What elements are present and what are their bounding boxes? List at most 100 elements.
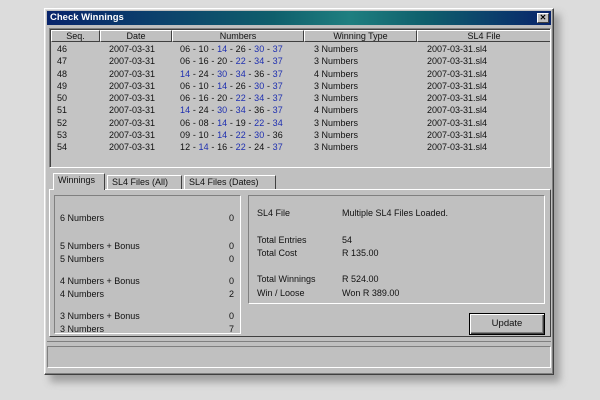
cell-sl4-file: 2007-03-31.sl4: [427, 56, 488, 67]
summary-label: Total Entries: [257, 235, 307, 245]
unmatched-number: 26: [235, 80, 246, 91]
matched-number: 14: [217, 80, 228, 91]
unmatched-number: 19: [235, 117, 246, 128]
table-row[interactable]: 48 2007-03-31 14 - 24 - 30 - 34 - 36 - 37 4…: [51, 68, 549, 80]
unmatched-number: 16: [198, 93, 209, 104]
unmatched-number: 16: [198, 56, 209, 67]
table-row[interactable]: 50 2007-03-31 06 - 16 - 20 - 22 - 34 - 37 3…: [51, 92, 549, 104]
cell-winning-type: 3 Numbers: [314, 56, 359, 67]
summary-label: Total Cost: [257, 248, 298, 258]
matched-number: 22: [235, 93, 246, 104]
cell-winning-type: 3 Numbers: [314, 130, 359, 141]
summary-value: Won R 389.00: [342, 288, 400, 298]
close-button[interactable]: ✕: [537, 13, 549, 23]
unmatched-number: 16: [217, 142, 228, 153]
table-row[interactable]: 49 2007-03-31 06 - 10 - 14 - 26 - 30 - 37 3…: [51, 80, 549, 92]
table-row[interactable]: 52 2007-03-31 06 - 08 - 14 - 19 - 22 - 34 3…: [51, 117, 549, 129]
count-value: 2: [228, 289, 234, 299]
matched-number: 34: [254, 56, 265, 67]
cell-numbers: 06 - 10 - 14 - 26 - 30 - 37: [180, 80, 283, 91]
count-value: 0: [228, 254, 234, 264]
unmatched-number: 24: [198, 105, 209, 116]
winnings-list[interactable]: Seq. Date Numbers Winning Type SL4 File …: [49, 28, 551, 168]
update-button[interactable]: Update: [469, 313, 545, 335]
cell-sl4-file: 2007-03-31.sl4: [427, 80, 488, 91]
cell-numbers: 06 - 16 - 20 - 22 - 34 - 37: [180, 93, 283, 104]
cell-numbers: 09 - 10 - 14 - 22 - 30 - 36: [180, 130, 283, 141]
unmatched-number: 10: [198, 44, 209, 54]
cell-date: 2007-03-31: [109, 117, 156, 128]
cell-date: 2007-03-31: [109, 44, 156, 54]
tab-sl4-files-all[interactable]: SL4 Files (All): [107, 175, 182, 189]
matched-number: 14: [180, 105, 191, 116]
cell-seq: 46: [57, 44, 68, 54]
cell-numbers: 06 - 10 - 14 - 26 - 30 - 37: [180, 44, 283, 54]
cell-sl4-file: 2007-03-31.sl4: [427, 68, 488, 79]
cell-sl4-file: 2007-03-31.sl4: [427, 130, 488, 141]
cell-numbers: 14 - 24 - 30 - 34 - 36 - 37: [180, 68, 283, 79]
col-header-winning-type[interactable]: Winning Type: [304, 30, 417, 42]
cell-seq: 48: [57, 68, 68, 79]
cell-sl4-file: 2007-03-31.sl4: [427, 117, 488, 128]
cell-winning-type: 3 Numbers: [314, 44, 359, 54]
cell-numbers: 12 - 14 - 16 - 22 - 24 - 37: [180, 142, 283, 153]
cell-date: 2007-03-31: [109, 56, 156, 67]
status-panel: [47, 346, 551, 368]
tab-winnings[interactable]: Winnings: [53, 173, 105, 190]
count-row: 6 Numbers 0: [60, 212, 234, 224]
tab-sl4-files-dates[interactable]: SL4 Files (Dates): [184, 175, 276, 189]
col-header-sl4-file[interactable]: SL4 File: [417, 30, 550, 42]
matched-number: 37: [272, 93, 283, 104]
cell-seq: 53: [57, 130, 68, 141]
matched-number: 37: [272, 44, 283, 54]
matched-number: 14: [217, 130, 228, 141]
unmatched-number: 06: [180, 44, 191, 54]
summary-label: Total Winnings: [257, 274, 316, 284]
unmatched-number: 10: [198, 130, 209, 141]
col-header-date[interactable]: Date: [100, 30, 172, 42]
window-title: Check Winnings: [50, 12, 124, 23]
col-header-seq[interactable]: Seq.: [51, 30, 100, 42]
unmatched-number: 10: [198, 80, 209, 91]
cell-numbers: 06 - 08 - 14 - 19 - 22 - 34: [180, 117, 283, 128]
matched-number: 37: [272, 56, 283, 67]
count-label: 5 Numbers: [60, 254, 105, 264]
status-bar: [47, 341, 551, 372]
unmatched-number: 24: [198, 68, 209, 79]
table-row[interactable]: 51 2007-03-31 14 - 24 - 30 - 34 - 36 - 37 4…: [51, 104, 549, 116]
cell-winning-type: 4 Numbers: [314, 105, 359, 116]
table-row[interactable]: 46 2007-03-31 06 - 10 - 14 - 26 - 30 - 37 3…: [51, 43, 549, 55]
unmatched-number: 06: [180, 93, 191, 104]
summary-label: SL4 File: [257, 208, 291, 218]
cell-date: 2007-03-31: [109, 142, 156, 153]
count-label: 5 Numbers + Bonus: [60, 241, 140, 251]
cell-numbers: 06 - 16 - 20 - 22 - 34 - 37: [180, 56, 283, 67]
summary-value: 54: [342, 235, 353, 245]
unmatched-number: 09: [180, 130, 191, 141]
count-row: 3 Numbers + Bonus 0: [60, 310, 234, 322]
summary-row-win-loose: Win / Loose Won R 389.00: [257, 287, 399, 299]
count-value: 0: [228, 311, 234, 321]
title-bar[interactable]: Check Winnings ✕: [47, 11, 551, 25]
count-label: 3 Numbers: [60, 324, 105, 334]
matched-number: 22: [235, 130, 246, 141]
matched-number: 22: [235, 142, 246, 153]
cell-date: 2007-03-31: [109, 68, 156, 79]
unmatched-number: 36: [272, 130, 283, 141]
cell-sl4-file: 2007-03-31.sl4: [427, 93, 488, 104]
table-row[interactable]: 53 2007-03-31 09 - 10 - 14 - 22 - 30 - 36 3…: [51, 129, 549, 141]
unmatched-number: 20: [217, 56, 228, 67]
table-row[interactable]: 54 2007-03-31 12 - 14 - 16 - 22 - 24 - 37 3…: [51, 141, 549, 153]
cell-numbers: 14 - 24 - 30 - 34 - 36 - 37: [180, 105, 283, 116]
list-header: Seq. Date Numbers Winning Type SL4 File: [51, 30, 550, 42]
matched-number: 30: [254, 80, 265, 91]
cell-seq: 51: [57, 105, 68, 116]
table-row[interactable]: 47 2007-03-31 06 - 16 - 20 - 22 - 34 - 37 3…: [51, 55, 549, 67]
cell-winning-type: 3 Numbers: [314, 142, 359, 153]
cell-winning-type: 3 Numbers: [314, 80, 359, 91]
unmatched-number: 36: [254, 105, 265, 116]
summary-box: SL4 File Multiple SL4 Files Loaded. Tota…: [248, 195, 545, 304]
col-header-numbers[interactable]: Numbers: [172, 30, 304, 42]
cell-date: 2007-03-31: [109, 80, 156, 91]
count-row: 3 Numbers 7: [60, 323, 234, 335]
